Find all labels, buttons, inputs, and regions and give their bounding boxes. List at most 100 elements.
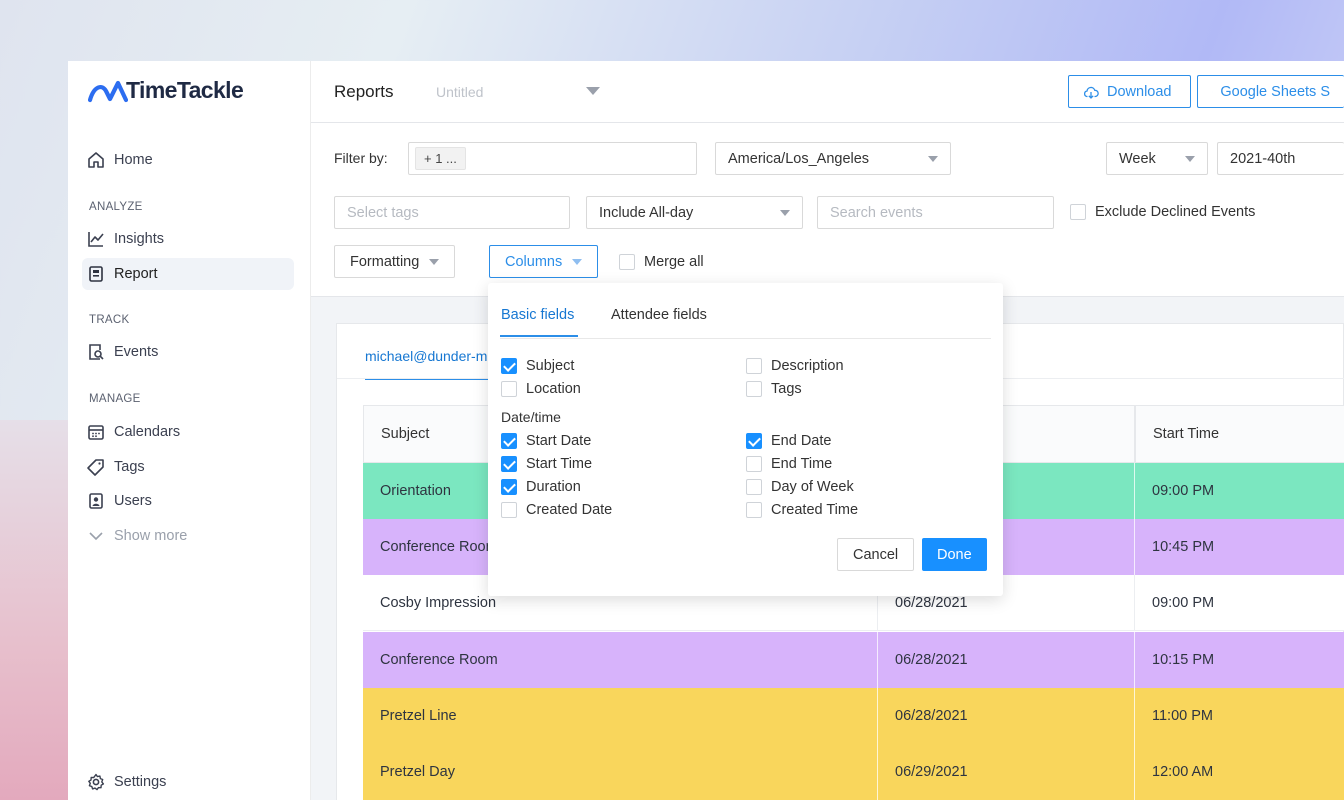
tab-attendee-fields[interactable]: Attendee fields bbox=[611, 307, 707, 323]
table-row[interactable]: Pretzel Line 06/28/2021 11:00 PM bbox=[363, 688, 1344, 744]
period-value-input[interactable]: 2021-40th bbox=[1217, 142, 1344, 175]
filter-by-input[interactable]: + 1 ... bbox=[408, 142, 697, 175]
checkbox[interactable] bbox=[746, 358, 762, 374]
background-decoration bbox=[0, 420, 70, 800]
sidebar-show-more[interactable]: Show more bbox=[82, 520, 294, 552]
section-label-analyze: ANALYZE bbox=[89, 201, 143, 213]
checkbox[interactable] bbox=[501, 479, 517, 495]
gear-icon bbox=[88, 773, 105, 791]
table-row[interactable]: Pretzel Day 06/29/2021 12:00 AM bbox=[363, 744, 1344, 800]
column-option-label: Start Time bbox=[526, 456, 593, 472]
cell-start-time: 10:15 PM bbox=[1135, 632, 1344, 688]
tags-select[interactable]: Select tags bbox=[334, 196, 570, 229]
column-option-day-of-week[interactable]: Day of Week bbox=[746, 479, 854, 495]
checkbox[interactable] bbox=[746, 456, 762, 472]
formatting-button[interactable]: Formatting bbox=[334, 245, 456, 278]
done-button[interactable]: Done bbox=[922, 538, 987, 571]
column-option-end-date[interactable]: End Date bbox=[746, 433, 831, 449]
timezone-value: America/Los_Angeles bbox=[728, 150, 870, 167]
exclude-declined-label: Exclude Declined Events bbox=[1095, 204, 1256, 220]
checkbox[interactable] bbox=[501, 456, 517, 472]
cell-start-time: 11:00 PM bbox=[1135, 688, 1344, 744]
column-option-description[interactable]: Description bbox=[746, 358, 844, 374]
cell-subject: Pretzel Day bbox=[363, 744, 878, 800]
sidebar-item-label: Show more bbox=[114, 528, 188, 544]
sidebar-item-label: Events bbox=[114, 344, 159, 360]
merge-all-checkbox[interactable]: Merge all bbox=[619, 254, 704, 270]
column-option-label: Tags bbox=[771, 381, 802, 397]
checkbox[interactable] bbox=[501, 433, 517, 449]
download-button[interactable]: Download bbox=[1068, 75, 1191, 108]
report-name-select[interactable]: Untitled bbox=[436, 84, 483, 100]
sidebar-item-calendars[interactable]: Calendars bbox=[82, 416, 294, 448]
filter-chip[interactable]: + 1 ... bbox=[415, 147, 466, 170]
column-option-start-date[interactable]: Start Date bbox=[501, 433, 591, 449]
checkbox[interactable] bbox=[746, 479, 762, 495]
column-option-end-time[interactable]: End Time bbox=[746, 456, 832, 472]
active-tab-indicator bbox=[500, 335, 578, 337]
sidebar-item-insights[interactable]: Insights bbox=[82, 223, 294, 255]
caret-down-icon[interactable] bbox=[586, 87, 600, 95]
all-day-select[interactable]: Include All-day bbox=[586, 196, 803, 229]
checkbox[interactable] bbox=[746, 381, 762, 397]
column-option-start-time[interactable]: Start Time bbox=[501, 456, 592, 472]
checkbox[interactable] bbox=[501, 358, 517, 374]
user-icon bbox=[89, 493, 103, 509]
column-option-label: Subject bbox=[526, 358, 575, 374]
sidebar-item-label: Settings bbox=[114, 774, 167, 790]
tag-icon bbox=[87, 459, 104, 476]
checkbox[interactable] bbox=[1070, 204, 1086, 220]
exclude-declined-checkbox[interactable]: Exclude Declined Events bbox=[1070, 204, 1255, 220]
column-option-label: Created Date bbox=[526, 502, 613, 518]
divider bbox=[500, 338, 991, 339]
datetime-group-label: Date/time bbox=[501, 409, 561, 425]
filter-panel: Filter by: + 1 ... America/Los_Angeles W… bbox=[311, 123, 1344, 297]
cancel-button[interactable]: Cancel bbox=[837, 538, 915, 571]
sidebar-item-events[interactable]: Events bbox=[82, 336, 294, 368]
column-option-label: Created Time bbox=[771, 502, 859, 518]
checkbox[interactable] bbox=[619, 254, 635, 270]
column-option-tags[interactable]: Tags bbox=[746, 381, 802, 397]
formatting-label: Formatting bbox=[350, 253, 420, 270]
brand-logo[interactable]: TimeTackle bbox=[88, 77, 244, 104]
merge-all-label: Merge all bbox=[644, 254, 704, 270]
cell-start-time: 09:00 PM bbox=[1135, 463, 1344, 519]
brand-name: TimeTackle bbox=[126, 77, 244, 103]
period-number: 2021-40th bbox=[1230, 150, 1296, 167]
columns-button[interactable]: Columns bbox=[489, 245, 599, 278]
column-option-created-time[interactable]: Created Time bbox=[746, 502, 858, 518]
checkbox[interactable] bbox=[746, 502, 762, 518]
tab-basic-fields[interactable]: Basic fields bbox=[501, 307, 574, 323]
checkbox[interactable] bbox=[501, 502, 517, 518]
tab-user-calendar[interactable]: michael@dunder-mifflin.com bbox=[365, 348, 505, 380]
timezone-select[interactable]: America/Los_Angeles bbox=[715, 142, 951, 175]
google-sheets-button[interactable]: Google Sheets S bbox=[1197, 75, 1344, 108]
cell-date: 06/28/2021 bbox=[878, 632, 1135, 688]
topbar: Reports Untitled Download Google Sheets … bbox=[311, 61, 1344, 123]
column-header-start-time[interactable]: Start Time bbox=[1135, 405, 1344, 463]
sidebar-item-label: Tags bbox=[114, 459, 145, 475]
sidebar-item-settings[interactable]: Settings bbox=[82, 766, 294, 798]
sidebar-item-tags[interactable]: Tags bbox=[82, 451, 294, 483]
checkbox[interactable] bbox=[501, 381, 517, 397]
search-events-input[interactable]: Search events bbox=[817, 196, 1054, 229]
events-search-icon bbox=[89, 344, 104, 360]
sidebar-item-label: Report bbox=[114, 266, 158, 282]
column-option-duration[interactable]: Duration bbox=[501, 479, 581, 495]
column-option-location[interactable]: Location bbox=[501, 381, 581, 397]
sidebar: TimeTackle Home ANALYZE Insights Report … bbox=[68, 61, 311, 800]
cell-start-time: 12:00 AM bbox=[1135, 744, 1344, 800]
caret-down-icon bbox=[780, 210, 790, 216]
caret-down-icon bbox=[429, 258, 440, 265]
tags-placeholder: Select tags bbox=[347, 204, 419, 221]
period-select[interactable]: Week bbox=[1106, 142, 1208, 175]
checkbox[interactable] bbox=[746, 433, 762, 449]
cell-subject: Conference Room bbox=[363, 632, 878, 688]
sidebar-item-report[interactable]: Report bbox=[82, 258, 294, 290]
column-option-subject[interactable]: Subject bbox=[501, 358, 574, 374]
cell-start-time: 10:45 PM bbox=[1135, 519, 1344, 575]
sidebar-item-users[interactable]: Users bbox=[82, 485, 294, 517]
sidebar-item-home[interactable]: Home bbox=[82, 144, 294, 176]
column-option-created-date[interactable]: Created Date bbox=[501, 502, 612, 518]
table-row[interactable]: Conference Room 06/28/2021 10:15 PM bbox=[363, 632, 1344, 688]
